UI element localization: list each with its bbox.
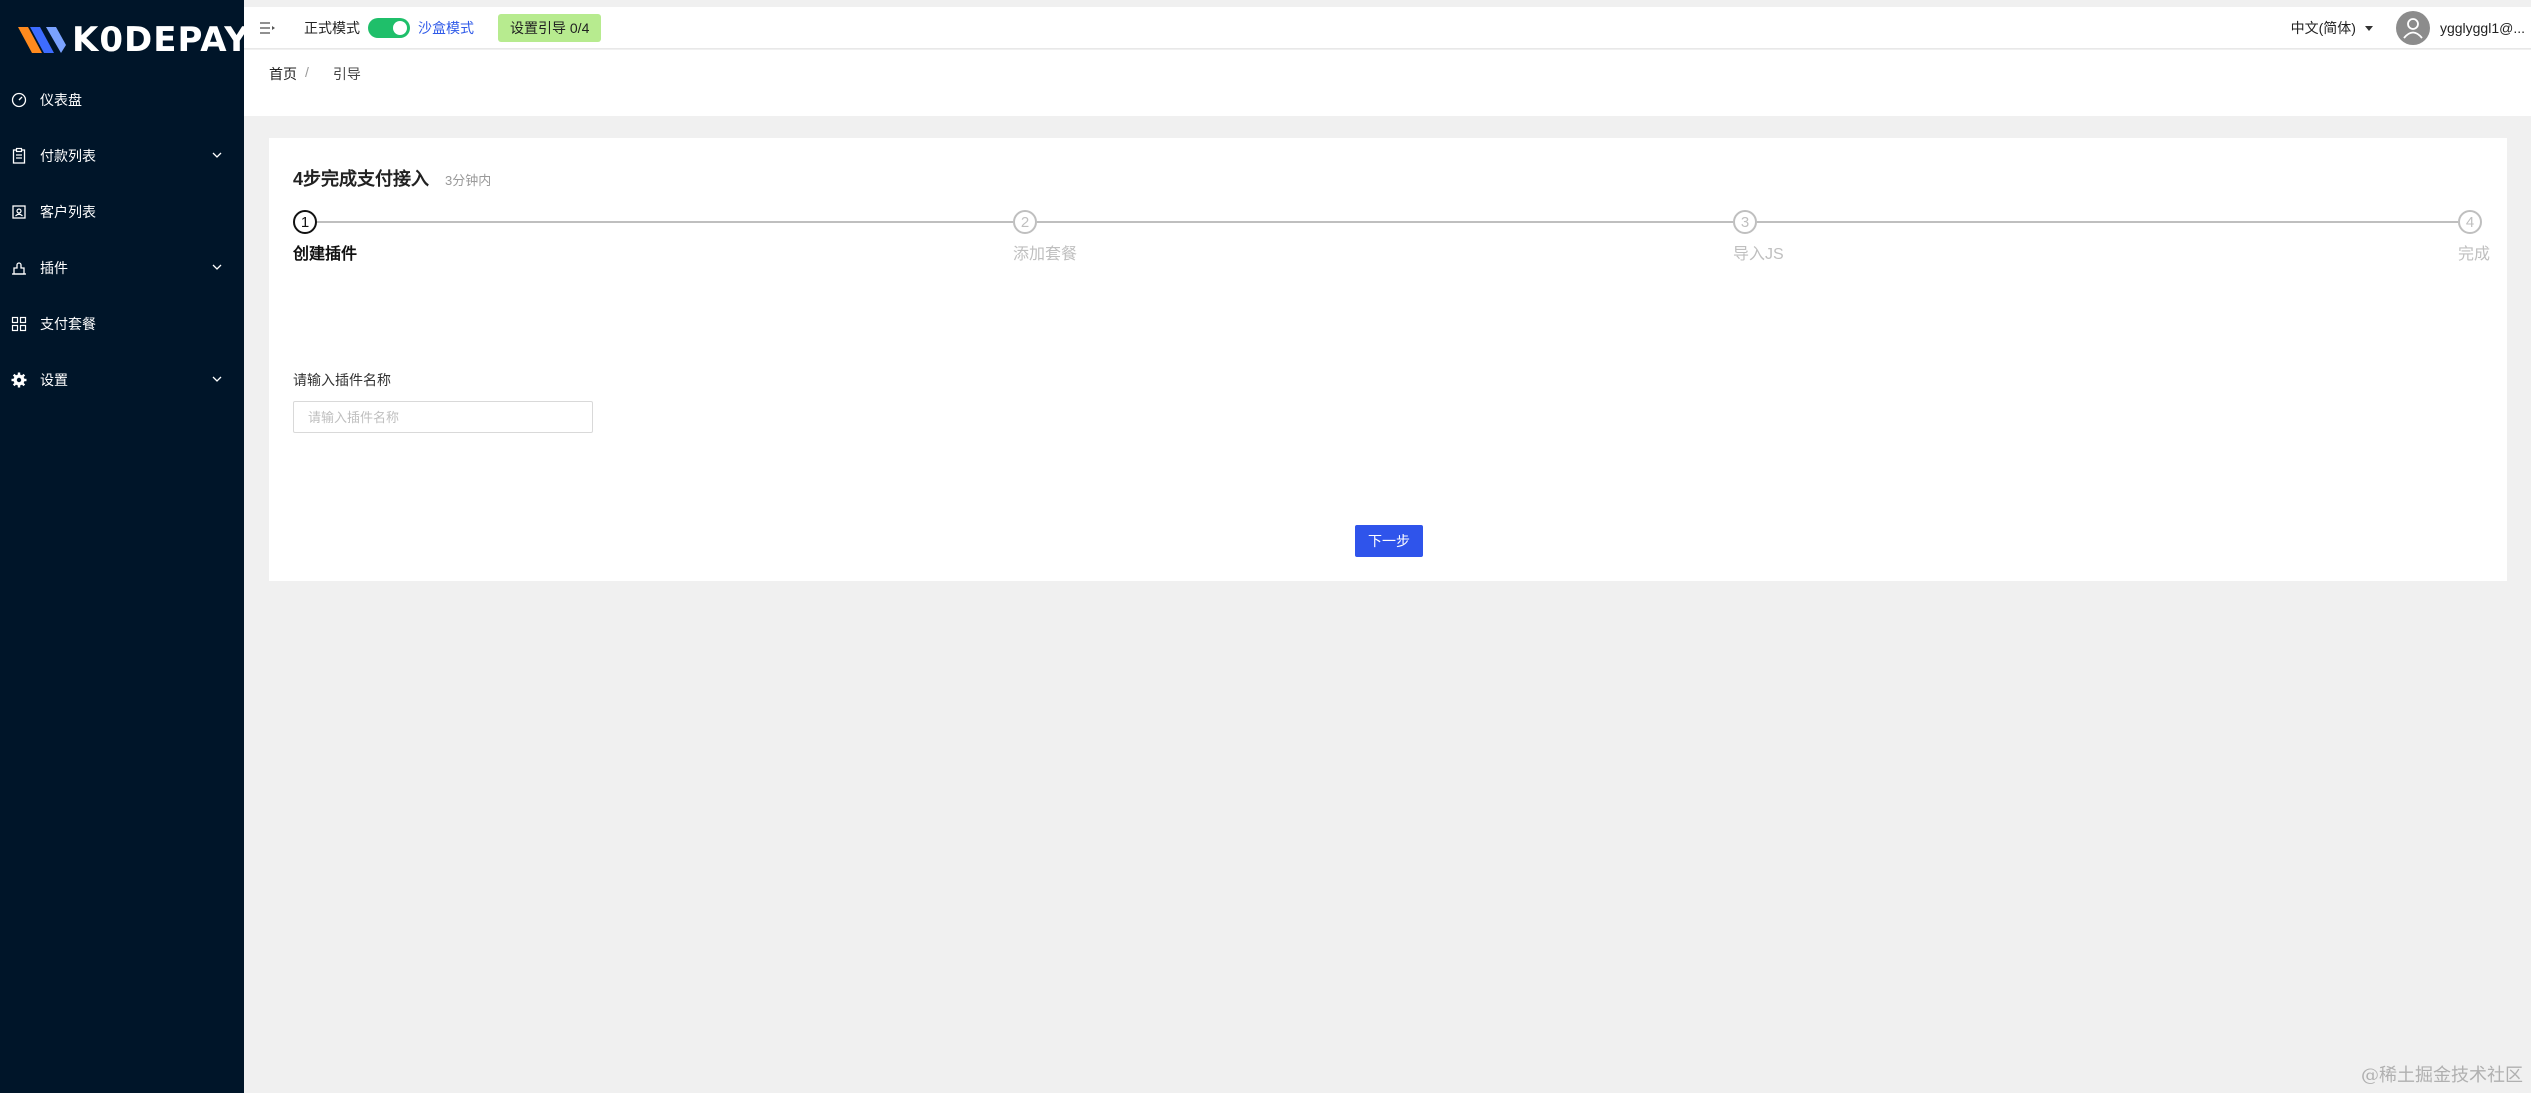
card-title: 4步完成支付接入 3分钟内: [293, 165, 491, 191]
sidebar-menu: 仪表盘 付款列表 客户列表 插件 支付套餐 设置: [0, 72, 244, 408]
step-connector: [317, 221, 1013, 223]
topbar-left: 正式模式 沙盒模式 设置引导 0/4: [244, 7, 602, 49]
step-1: 1 创建插件: [293, 210, 357, 263]
step-connector: [1757, 221, 2458, 223]
app-root: K0DEPAY 仪表盘 付款列表 客户列表 插件 支付套餐 设置 正式模式 沙盒…: [0, 0, 2531, 1093]
logo[interactable]: K0DEPAY: [16, 18, 250, 62]
step-label: 创建插件: [293, 246, 358, 263]
step-label: 添加套餐: [1013, 246, 1078, 263]
menu-fold-icon[interactable]: [258, 19, 276, 37]
onboarding-card: 4步完成支付接入 3分钟内 1 创建插件 2 添加套餐 3 导入JS 4 完成: [269, 138, 2507, 581]
plugin-name-input[interactable]: [293, 401, 593, 433]
step-number: 1: [293, 210, 317, 234]
sidebar-item-settings[interactable]: 设置: [0, 352, 244, 408]
sidebar-item-label: 客户列表: [40, 204, 96, 220]
caret-down-icon: [2364, 26, 2373, 31]
clipboard-icon: [10, 147, 28, 165]
contacts-icon: [10, 203, 28, 221]
step-3: 3 导入JS: [1733, 210, 1784, 263]
sidebar-item-label: 插件: [40, 260, 68, 276]
sidebar-item-customers[interactable]: 客户列表: [0, 184, 244, 240]
step-2: 2 添加套餐: [1013, 210, 1077, 263]
dashboard-icon: [10, 91, 28, 109]
step-number: 3: [1733, 210, 1757, 234]
page-subtitle: 3分钟内: [445, 173, 492, 188]
sidebar-item-dashboard[interactable]: 仪表盘: [0, 72, 244, 128]
breadcrumb-home[interactable]: 首页: [269, 64, 297, 84]
page-title: 4步完成支付接入: [293, 169, 430, 189]
step-number: 2: [1013, 210, 1037, 234]
sandbox-toggle[interactable]: [368, 17, 410, 38]
step-connector: [1037, 221, 1733, 223]
sidebar-item-label: 仪表盘: [40, 92, 82, 108]
sidebar-item-label: 设置: [40, 372, 68, 388]
logo-mark-icon: [18, 27, 66, 53]
sidebar-item-plans[interactable]: 支付套餐: [0, 296, 244, 352]
breadcrumb-current: 引导: [332, 66, 361, 82]
sidebar-item-label: 支付套餐: [40, 316, 96, 332]
plugin-icon: [10, 259, 28, 277]
plugin-name-label: 请输入插件名称: [293, 372, 391, 388]
top-bar: 正式模式 沙盒模式 设置引导 0/4 中文(简体) ygglyggl1@...: [244, 7, 2531, 49]
sidebar-item-label: 付款列表: [40, 148, 96, 164]
breadcrumb-area: 首页 / 引导: [244, 50, 2531, 116]
steps: 1 创建插件 2 添加套餐 3 导入JS 4 完成: [293, 210, 2490, 270]
breadcrumb: 首页 / 引导: [269, 64, 361, 84]
chevron-down-icon: [212, 376, 222, 382]
user-icon: [2403, 18, 2423, 39]
gear-icon: [10, 371, 28, 389]
setup-guide-badge[interactable]: 设置引导 0/4: [498, 13, 602, 42]
avatar[interactable]: [2395, 11, 2430, 45]
breadcrumb-separator: /: [305, 64, 309, 80]
logo-text: K0DEPAY: [72, 20, 250, 60]
appstore-icon: [10, 315, 28, 333]
topbar-right: 中文(简体) ygglyggl1@...: [2291, 7, 2525, 49]
watermark: @稀土掘金技术社区: [2361, 1065, 2523, 1086]
sidebar: K0DEPAY 仪表盘 付款列表 客户列表 插件 支付套餐 设置: [0, 0, 249, 1093]
chevron-down-icon: [212, 264, 222, 270]
language-selector[interactable]: 中文(简体): [2291, 18, 2374, 38]
live-mode-label: 正式模式: [304, 19, 360, 36]
next-step-button[interactable]: 下一步: [1355, 525, 1423, 557]
step-label: 完成: [2457, 246, 2490, 263]
step-number: 4: [2458, 210, 2482, 234]
username[interactable]: ygglyggl1@...: [2440, 20, 2525, 36]
chevron-down-icon: [212, 152, 222, 158]
step-4: 4 完成: [2458, 210, 2490, 263]
sidebar-item-payments[interactable]: 付款列表: [0, 128, 244, 184]
step-label: 导入JS: [1733, 246, 1784, 263]
sandbox-mode-label: 沙盒模式: [418, 19, 474, 36]
sidebar-item-plugins[interactable]: 插件: [0, 240, 244, 296]
language-label: 中文(简体): [2290, 20, 2356, 36]
